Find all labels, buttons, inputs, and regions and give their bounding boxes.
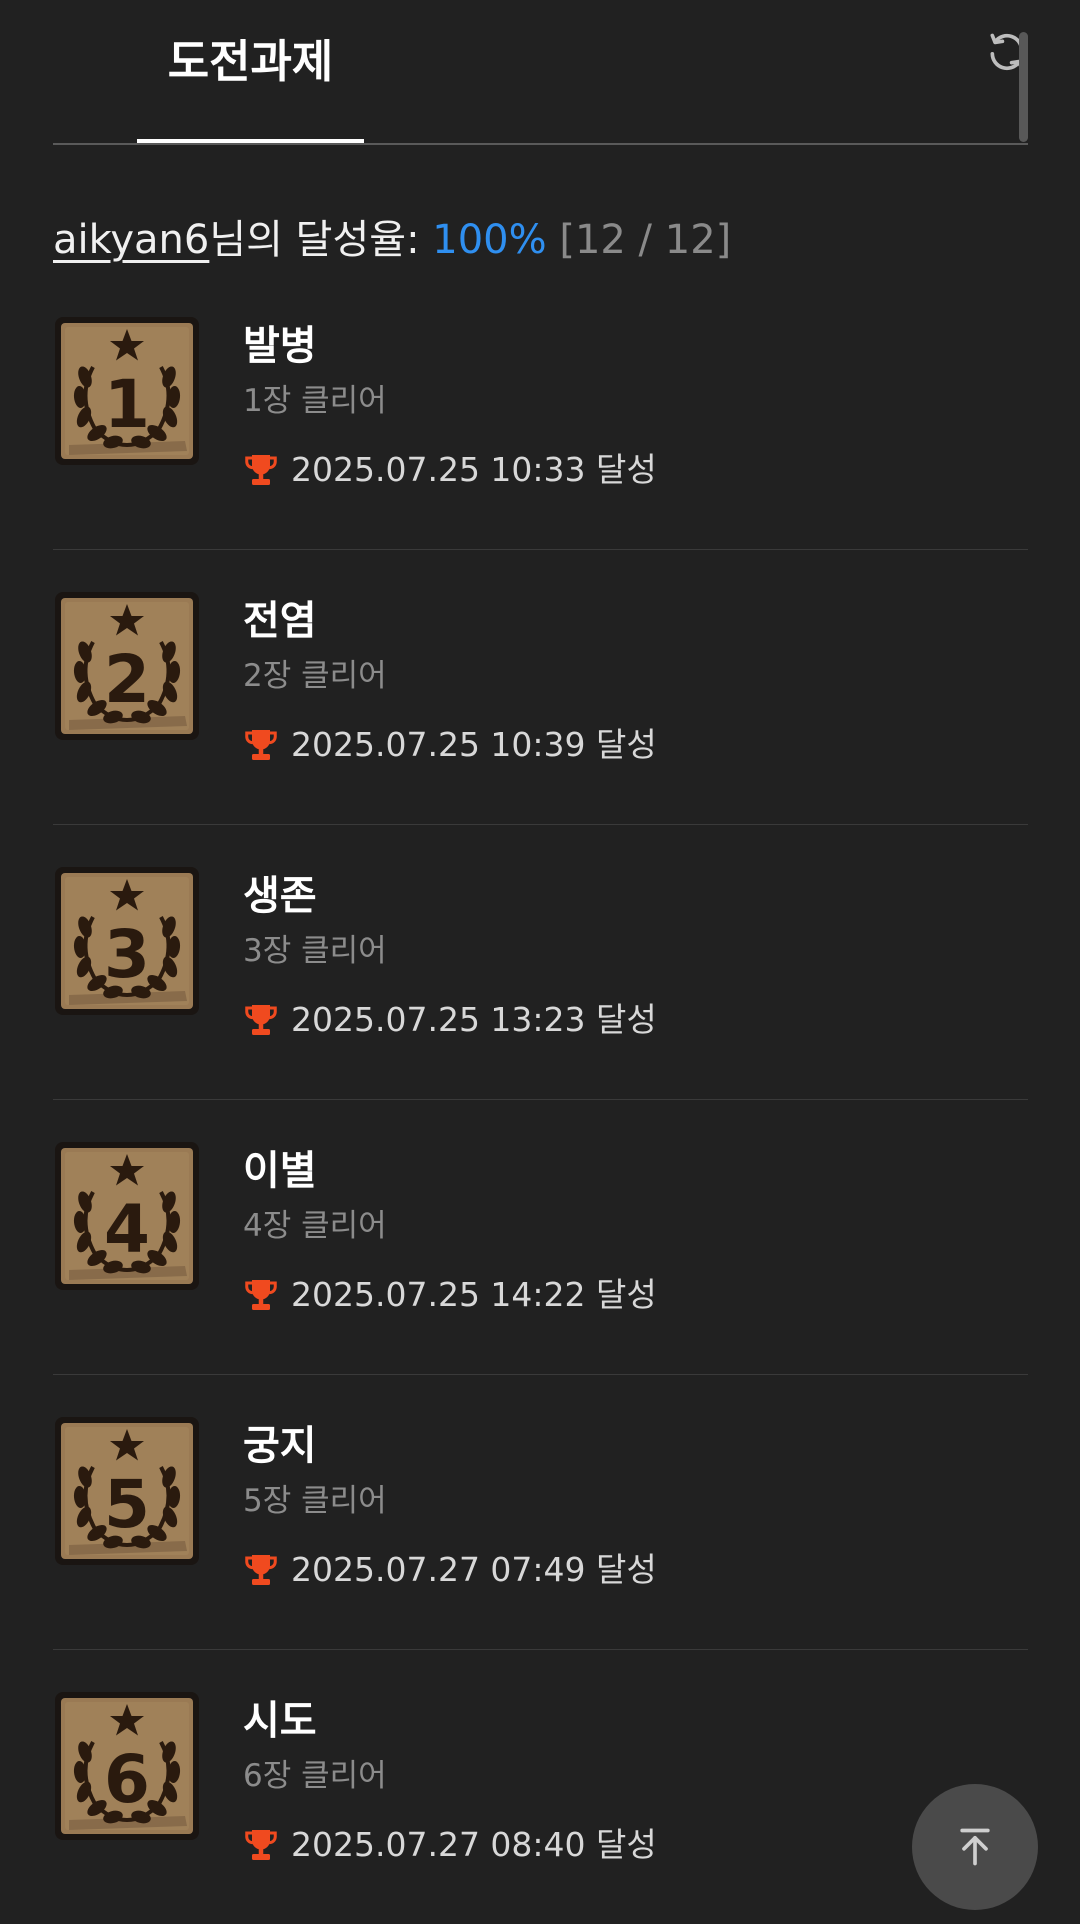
achievement-item: 6 시도 6장 클리어 2025.07.27 08:40 달성	[53, 1650, 1028, 1924]
trophy-icon	[245, 730, 277, 760]
achievement-date-row: 2025.07.25 10:33 달성	[243, 447, 657, 493]
laurel-badge-icon: 4	[55, 1142, 199, 1290]
achievement-date: 2025.07.25 14:22 달성	[291, 1275, 657, 1314]
scroll-to-top-button[interactable]	[912, 1784, 1038, 1910]
badge-number: 3	[104, 916, 150, 993]
scrollbar[interactable]	[1019, 32, 1028, 142]
achievement-title: 시도	[243, 1698, 317, 1744]
trophy-icon	[245, 1555, 277, 1585]
achievement-rate: 100%	[432, 217, 547, 263]
tab-bar: 도전과제	[53, 0, 1028, 145]
achievement-subtitle: 4장 클리어	[243, 1208, 387, 1244]
achievement-subtitle: 6장 클리어	[243, 1758, 387, 1794]
achievement-subtitle: 5장 클리어	[243, 1483, 387, 1519]
tab-achievements[interactable]: 도전과제	[137, 30, 364, 143]
achievement-date: 2025.07.25 13:23 달성	[291, 1000, 657, 1039]
achievement-date: 2025.07.27 08:40 달성	[291, 1825, 657, 1864]
badge-number: 2	[104, 641, 150, 718]
achievement-date-row: 2025.07.27 07:49 달성	[243, 1547, 657, 1593]
achievement-title: 궁지	[243, 1423, 317, 1469]
trophy-icon	[245, 1005, 277, 1035]
badge-number: 4	[104, 1191, 150, 1268]
achievement-subtitle: 3장 클리어	[243, 933, 387, 969]
achievement-list: 1 발병 1장 클리어 2025.07.25 10:33 달성 2 전염 2장 …	[53, 275, 1028, 1924]
achievement-date-row: 2025.07.25 10:39 달성	[243, 722, 657, 768]
laurel-badge-icon: 2	[55, 592, 199, 740]
badge-number: 6	[104, 1741, 150, 1818]
achievement-date-row: 2025.07.25 14:22 달성	[243, 1272, 657, 1318]
trophy-icon	[245, 455, 277, 485]
badge-number: 5	[104, 1466, 150, 1543]
trophy-icon	[245, 1830, 277, 1860]
username-link[interactable]: aikyan6	[53, 217, 209, 263]
achievement-item: 4 이별 4장 클리어 2025.07.25 14:22 달성	[53, 1100, 1028, 1375]
laurel-badge-icon: 3	[55, 867, 199, 1015]
achievement-date: 2025.07.27 07:49 달성	[291, 1550, 657, 1589]
summary-label: 님의 달성율:	[209, 217, 433, 263]
trophy-icon	[245, 1280, 277, 1310]
achievement-title: 이별	[243, 1148, 317, 1194]
laurel-badge-icon: 1	[55, 317, 199, 465]
achievement-date-row: 2025.07.25 13:23 달성	[243, 997, 657, 1043]
achievement-date: 2025.07.25 10:33 달성	[291, 450, 657, 489]
achievement-count: [12 / 12]	[546, 217, 732, 263]
achievement-item: 1 발병 1장 클리어 2025.07.25 10:33 달성	[53, 275, 1028, 550]
achievement-item: 5 궁지 5장 클리어 2025.07.27 07:49 달성	[53, 1375, 1028, 1650]
achievement-subtitle: 1장 클리어	[243, 383, 387, 419]
laurel-badge-icon: 6	[55, 1692, 199, 1840]
achievement-date: 2025.07.25 10:39 달성	[291, 725, 657, 764]
achievement-item: 2 전염 2장 클리어 2025.07.25 10:39 달성	[53, 550, 1028, 825]
laurel-badge-icon: 5	[55, 1417, 199, 1565]
achievement-date-row: 2025.07.27 08:40 달성	[243, 1822, 657, 1868]
achievement-summary: aikyan6님의 달성율: 100% [12 / 12]	[53, 210, 731, 270]
achievement-title: 전염	[243, 598, 317, 644]
achievement-title: 발병	[243, 323, 317, 369]
badge-number: 1	[104, 366, 150, 443]
achievement-item: 3 생존 3장 클리어 2025.07.25 13:23 달성	[53, 825, 1028, 1100]
achievement-title: 생존	[243, 873, 317, 919]
arrow-up-to-line-icon	[960, 1828, 990, 1866]
achievement-subtitle: 2장 클리어	[243, 658, 387, 694]
